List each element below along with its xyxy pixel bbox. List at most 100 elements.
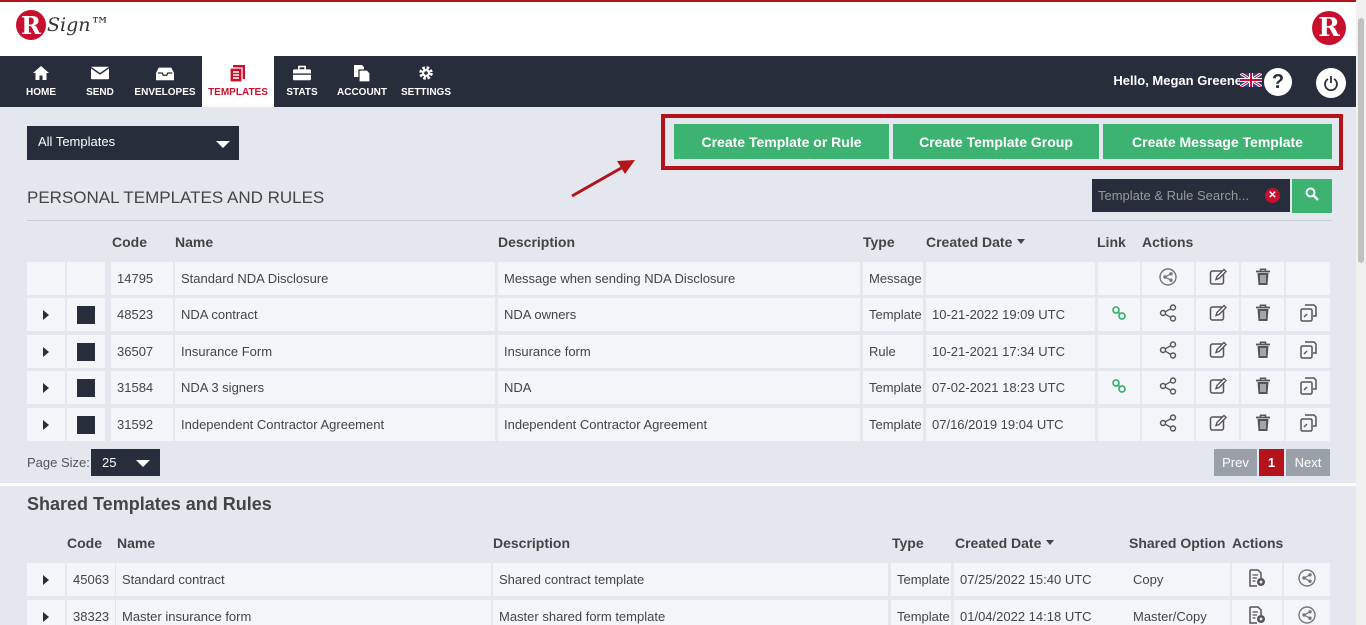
col-name[interactable]: Name [175, 234, 213, 250]
template-search-input[interactable]: Template & Rule Search... ✕ [1092, 179, 1290, 212]
uk-flag-icon[interactable] [1239, 71, 1263, 89]
expand-toggle[interactable] [27, 408, 65, 441]
nav-stats[interactable]: STATS [280, 56, 324, 107]
row-checkbox[interactable] [67, 371, 105, 404]
share-icon[interactable] [1298, 606, 1316, 625]
link-icon[interactable] [1112, 379, 1126, 396]
col-created-date[interactable]: Created Date [955, 535, 1041, 551]
user-greeting[interactable]: Hello, Megan Greene [1113, 73, 1242, 88]
table-row[interactable]: 31584 NDA 3 signers NDA Template 07-02-2021 … [27, 371, 1330, 404]
edit-icon[interactable] [1209, 304, 1227, 325]
clone-icon[interactable] [1299, 414, 1317, 435]
document-add-icon[interactable] [1248, 569, 1266, 590]
nav-send[interactable]: SEND [78, 56, 122, 107]
delete-cell[interactable] [1241, 335, 1284, 368]
power-icon[interactable] [1316, 68, 1346, 98]
edit-icon[interactable] [1209, 268, 1227, 289]
expand-toggle[interactable] [27, 600, 65, 625]
table-row[interactable]: 38323 Master insurance form Master shared … [27, 600, 1330, 625]
search-button[interactable] [1292, 179, 1332, 213]
share-cell[interactable] [1142, 371, 1194, 404]
link-cell[interactable] [1098, 371, 1140, 404]
details-cell[interactable] [1232, 563, 1282, 596]
template-filter-select[interactable]: All Templates [27, 126, 239, 160]
trash-icon[interactable] [1255, 268, 1271, 289]
edit-cell[interactable] [1196, 298, 1239, 331]
share-cell[interactable] [1284, 563, 1330, 596]
trash-icon[interactable] [1255, 304, 1271, 325]
table-row[interactable]: 14795 Standard NDA Disclosure Message when… [27, 262, 1330, 295]
share-icon[interactable] [1298, 569, 1316, 590]
row-checkbox[interactable] [67, 298, 105, 331]
row-checkbox[interactable] [67, 408, 105, 441]
edit-cell[interactable] [1196, 262, 1239, 295]
share-icon[interactable] [1159, 377, 1177, 398]
expand-toggle[interactable] [27, 335, 65, 368]
nav-home[interactable]: HOME [18, 56, 64, 107]
nav-account[interactable]: ACCOUNT [336, 56, 388, 107]
create-template-group-button[interactable]: Create Template Group [893, 124, 1099, 159]
link-icon[interactable] [1112, 306, 1126, 323]
help-icon[interactable]: ? [1264, 68, 1292, 96]
create-template-button[interactable]: Create Template or Rule [674, 124, 889, 159]
edit-cell[interactable] [1196, 335, 1239, 368]
sort-desc-icon[interactable] [1017, 239, 1025, 244]
clone-icon[interactable] [1299, 377, 1317, 398]
expand-toggle[interactable] [27, 563, 65, 596]
col-code[interactable]: Code [112, 234, 147, 250]
clone-icon[interactable] [1299, 341, 1317, 362]
trash-icon[interactable] [1255, 377, 1271, 398]
expand-toggle[interactable] [27, 298, 65, 331]
edit-cell[interactable] [1196, 408, 1239, 441]
clear-search-icon[interactable]: ✕ [1265, 188, 1280, 203]
edit-icon[interactable] [1209, 377, 1227, 398]
document-add-icon[interactable] [1248, 606, 1266, 625]
delete-cell[interactable] [1241, 371, 1284, 404]
edit-icon[interactable] [1209, 341, 1227, 362]
page-1-button[interactable]: 1 [1259, 449, 1284, 476]
prev-page-button[interactable]: Prev [1214, 449, 1257, 476]
scrollbar-thumb[interactable] [1358, 18, 1364, 263]
page-scrollbar[interactable] [1356, 0, 1366, 625]
col-description[interactable]: Description [498, 234, 575, 250]
share-cell[interactable] [1284, 600, 1330, 625]
copy-cell[interactable] [1286, 408, 1330, 441]
edit-cell[interactable] [1196, 371, 1239, 404]
share-cell[interactable] [1142, 335, 1194, 368]
share-cell[interactable] [1142, 262, 1194, 295]
share-cell[interactable] [1142, 298, 1194, 331]
table-row[interactable]: 45063 Standard contract Shared contract te… [27, 563, 1330, 596]
clone-icon[interactable] [1299, 304, 1317, 325]
create-message-template-button[interactable]: Create Message Template [1103, 124, 1332, 159]
col-code[interactable]: Code [67, 535, 102, 551]
trash-icon[interactable] [1255, 341, 1271, 362]
copy-cell[interactable] [1286, 335, 1330, 368]
next-page-button[interactable]: Next [1286, 449, 1330, 476]
share-cell[interactable] [1142, 408, 1194, 441]
nav-templates[interactable]: TEMPLATES [202, 56, 274, 107]
col-type[interactable]: Type [863, 234, 895, 250]
trash-icon[interactable] [1255, 414, 1271, 435]
details-cell[interactable] [1232, 600, 1282, 625]
row-checkbox[interactable] [67, 335, 105, 368]
nav-envelopes[interactable]: ENVELOPES [134, 56, 196, 107]
edit-icon[interactable] [1209, 414, 1227, 435]
delete-cell[interactable] [1241, 262, 1284, 295]
page-size-select[interactable]: 25 [91, 449, 160, 476]
share-icon[interactable] [1159, 414, 1177, 435]
delete-cell[interactable] [1241, 408, 1284, 441]
share-icon[interactable] [1159, 304, 1177, 325]
col-name[interactable]: Name [117, 535, 155, 551]
table-row[interactable]: 31592 Independent Contractor Agreement Ind… [27, 408, 1330, 441]
table-row[interactable]: 48523 NDA contract NDA owners Template 10-21… [27, 298, 1330, 331]
link-cell[interactable] [1098, 298, 1140, 331]
copy-cell[interactable] [1286, 298, 1330, 331]
rsign-logo[interactable]: R Sign™ [16, 10, 110, 40]
share-icon[interactable] [1159, 341, 1177, 362]
table-row[interactable]: 36507 Insurance Form Insurance form Rule 10-… [27, 335, 1330, 368]
copy-cell[interactable] [1286, 371, 1330, 404]
expand-toggle[interactable] [27, 371, 65, 404]
sort-desc-icon[interactable] [1046, 540, 1054, 545]
col-created-date[interactable]: Created Date [926, 234, 1012, 250]
delete-cell[interactable] [1241, 298, 1284, 331]
